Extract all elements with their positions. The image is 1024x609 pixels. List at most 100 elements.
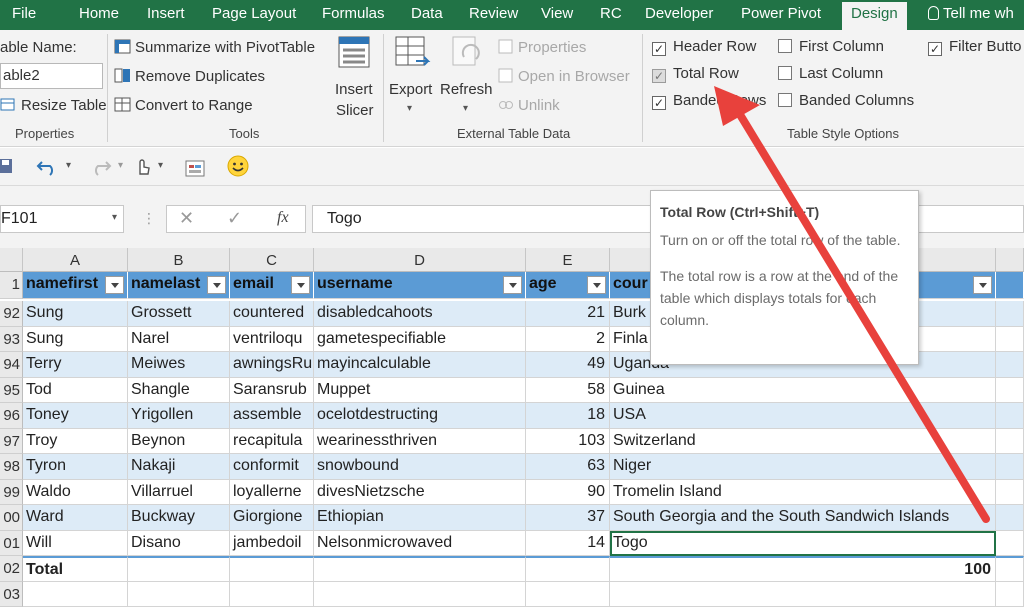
cell[interactable] [996,428,1024,454]
total-row-checkbox[interactable]: ✓ [652,69,666,83]
cell[interactable] [610,581,996,607]
tab-view[interactable]: View [541,5,573,22]
table-cell[interactable]: Guinea [610,377,996,403]
header-row-option[interactable]: ✓ Header Row [652,38,756,56]
row-header[interactable]: 1 [0,272,23,299]
table-cell[interactable]: Ethiopian [314,505,526,531]
table-cell[interactable]: loyallerne [230,479,314,505]
row-header[interactable]: 01 [0,530,23,556]
table-cell[interactable]: ocelotdestructing [314,403,526,429]
total-label-cell[interactable]: Total [23,556,128,582]
row-header[interactable]: 98 [0,454,23,480]
resize-table-button[interactable]: Resize Table [0,97,107,114]
cell[interactable] [996,377,1024,403]
column-header-blank[interactable] [996,248,1024,272]
tab-file[interactable]: File [12,5,36,22]
cell[interactable] [996,352,1024,378]
column-header-c[interactable]: C [230,248,314,272]
table-cell[interactable]: 63 [526,454,610,480]
banded-columns-option[interactable]: Banded Columns [778,92,914,109]
column-header-a[interactable]: A [23,248,128,272]
cell[interactable] [230,581,314,607]
table-header-cell[interactable]: age [526,272,610,299]
tab-rc[interactable]: RC [600,5,622,22]
filter-dropdown-icon[interactable] [973,276,992,294]
table-cell[interactable]: Disano [128,530,230,556]
cell[interactable] [23,581,128,607]
row-header[interactable]: 97 [0,428,23,454]
cell[interactable] [996,326,1024,352]
cancel-icon[interactable]: ✕ [179,208,194,229]
row-header[interactable]: 95 [0,377,23,403]
open-in-browser-button[interactable]: Open in Browser [497,68,630,85]
first-column-option[interactable]: First Column [778,38,884,55]
name-box[interactable]: F101 ▾ [0,205,124,233]
table-cell[interactable]: Toney [23,403,128,429]
column-header-e[interactable]: E [526,248,610,272]
cell[interactable] [996,479,1024,505]
tab-formulas[interactable]: Formulas [322,5,385,22]
header-row-checkbox[interactable]: ✓ [652,42,666,56]
form-icon[interactable] [184,156,206,178]
filter-button-checkbox[interactable]: ✓ [928,42,942,56]
undo-dropdown-icon[interactable]: ▾ [66,160,71,171]
refresh-dropdown-icon[interactable]: ▾ [463,103,468,114]
summarize-pivottable-button[interactable]: Summarize with PivotTable [114,39,315,56]
filter-dropdown-icon[interactable] [587,276,606,294]
remove-duplicates-button[interactable]: Remove Duplicates [114,68,265,85]
table-cell[interactable]: Tod [23,377,128,403]
row-header[interactable]: 94 [0,352,23,378]
table-cell[interactable]: Yrigollen [128,403,230,429]
table-cell[interactable]: assemble [230,403,314,429]
tell-me-search[interactable]: Tell me wh [928,5,1014,22]
table-cell[interactable]: Niger [610,454,996,480]
tab-power-pivot[interactable]: Power Pivot [741,5,821,22]
first-column-checkbox[interactable] [778,39,792,53]
table-cell[interactable]: Nakaji [128,454,230,480]
table-cell[interactable]: Tromelin Island [610,479,996,505]
cell[interactable] [128,581,230,607]
smiley-icon[interactable] [226,154,250,178]
table-cell[interactable]: ventriloqu [230,326,314,352]
table-cell[interactable]: Shangle [128,377,230,403]
tab-review[interactable]: Review [469,5,518,22]
total-value-cell[interactable]: 100 [610,556,996,582]
table-cell[interactable]: Meiwes [128,352,230,378]
row-header[interactable]: 93 [0,326,23,352]
table-cell[interactable]: Waldo [23,479,128,505]
column-header-d[interactable]: D [314,248,526,272]
table-cell[interactable]: 90 [526,479,610,505]
undo-icon[interactable] [36,158,60,176]
export-dropdown-icon[interactable]: ▾ [407,103,412,114]
refresh-button[interactable] [450,35,486,75]
table-cell[interactable]: Tyron [23,454,128,480]
table-cell[interactable]: 49 [526,352,610,378]
touch-mode-icon[interactable] [134,156,152,176]
insert-slicer-button[interactable] [334,35,374,73]
unlink-button[interactable]: Unlink [497,97,560,114]
table-cell[interactable]: 58 [526,377,610,403]
filter-dropdown-icon[interactable] [291,276,310,294]
table-cell[interactable]: Saransrub [230,377,314,403]
banded-columns-checkbox[interactable] [778,93,792,107]
table-cell[interactable]: countered [230,301,314,327]
cell[interactable] [996,454,1024,480]
row-header[interactable]: 00 [0,505,23,531]
select-all-corner[interactable] [0,248,23,272]
table-cell[interactable]: Grossett [128,301,230,327]
table-cell[interactable]: 18 [526,403,610,429]
properties-button[interactable]: Properties [497,39,586,56]
table-cell[interactable]: Muppet [314,377,526,403]
tab-home[interactable]: Home [79,5,119,22]
table-cell[interactable]: Sung [23,301,128,327]
table-cell[interactable]: mayincalculable [314,352,526,378]
table-cell[interactable]: Ward [23,505,128,531]
cell[interactable] [314,581,526,607]
table-cell[interactable]: 37 [526,505,610,531]
table-cell[interactable]: snowbound [314,454,526,480]
redo-icon[interactable] [88,158,112,176]
insert-function-button[interactable]: fx [277,209,289,227]
table-cell[interactable]: Will [23,530,128,556]
row-header[interactable]: 92 [0,301,23,327]
cell[interactable] [996,581,1024,607]
